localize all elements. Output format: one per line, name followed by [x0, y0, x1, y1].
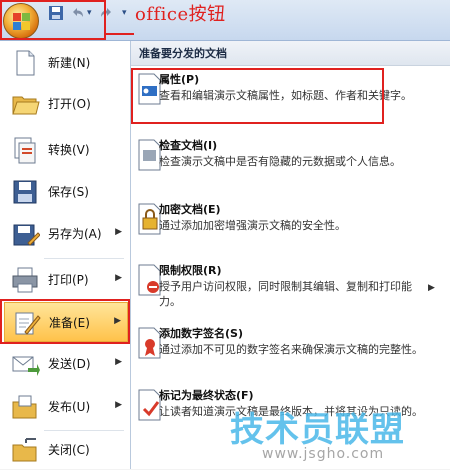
- open-folder-icon: [12, 96, 40, 115]
- menu-item-convert[interactable]: 转换(V): [4, 130, 128, 170]
- annotation-label: office按钮: [135, 4, 226, 25]
- save-icon[interactable]: [48, 5, 64, 21]
- convert-icon: [14, 137, 36, 164]
- submenu-item-desc: 通过添加不可见的数字签名来确保演示文稿的完整性。: [159, 343, 423, 356]
- menu-item-send[interactable]: 发送(D) ▶: [4, 344, 128, 384]
- submenu-arrow-icon: ▶: [115, 273, 122, 283]
- menu-item-label: 发送(D): [48, 357, 91, 371]
- menu-divider: [44, 258, 124, 259]
- menu-item-label: 准备(E): [49, 316, 90, 330]
- undo-icon[interactable]: [70, 5, 86, 21]
- menu-item-print[interactable]: 打印(P) ▶: [4, 260, 128, 300]
- submenu-item-inspect[interactable]: 检查文档(I) 检查演示文稿中是否有隐藏的元数据或个人信息。: [131, 137, 431, 182]
- submenu-arrow-icon: ▶: [115, 357, 122, 367]
- submenu-item-desc: 授予用户访问权限，同时限制其编辑、复制和打印能力。: [159, 280, 412, 308]
- undo-dropdown-icon[interactable]: ▾: [87, 5, 92, 21]
- close-document-icon: [12, 438, 37, 462]
- office-logo-icon: [13, 13, 30, 30]
- menu-item-label: 打开(O): [48, 97, 91, 111]
- submenu-item-desc: 查看和编辑演示文稿属性，如标题、作者和关键字。: [159, 89, 412, 102]
- menu-item-label: 转换(V): [48, 143, 90, 157]
- office-menu-left: 新建(N) 打开(O) 转换(V) 保存(S) 另存为(A) ▶ 打印(P) ▶…: [0, 41, 131, 469]
- watermark-url: www.jsgho.com: [262, 446, 385, 462]
- chevron-down-icon[interactable]: ▾: [122, 5, 127, 21]
- new-document-icon: [16, 50, 35, 76]
- submenu-header: 准备要分发的文档: [131, 41, 450, 66]
- menu-item-save-as[interactable]: 另存为(A) ▶: [4, 214, 128, 254]
- menu-item-new[interactable]: 新建(N): [4, 43, 128, 83]
- submenu-item-restrict-permission[interactable]: 限制权限(R) 授予用户访问权限，同时限制其编辑、复制和打印能力。: [131, 262, 431, 317]
- submenu-item-digital-signature[interactable]: 添加数字签名(S) 通过添加不可见的数字签名来确保演示文稿的完整性。: [131, 325, 431, 375]
- submenu-item-title: 标记为最终状态(F): [159, 389, 254, 402]
- menu-item-label: 另存为(A): [48, 227, 102, 241]
- submenu-item-title: 添加数字签名(S): [159, 327, 243, 340]
- menu-item-close[interactable]: 关闭(C): [4, 430, 128, 470]
- office-button[interactable]: [3, 3, 39, 39]
- menu-item-open[interactable]: 打开(O): [4, 84, 128, 124]
- redo-icon[interactable]: [98, 5, 114, 21]
- menu-item-label: 打印(P): [48, 273, 89, 287]
- submenu-item-title: 检查文档(I): [159, 139, 218, 152]
- menu-item-label: 关闭(C): [48, 443, 90, 457]
- submenu-item-title: 限制权限(R): [159, 264, 222, 277]
- publish-icon: [12, 395, 37, 419]
- menu-item-label: 保存(S): [48, 185, 89, 199]
- menu-item-label: 新建(N): [48, 56, 91, 70]
- submenu-item-properties[interactable]: 属性(P) 查看和编辑演示文稿属性，如标题、作者和关键字。: [131, 71, 431, 126]
- submenu-item-title: 属性(P): [159, 73, 200, 86]
- save-as-icon: [13, 224, 40, 246]
- printer-icon: [12, 267, 38, 293]
- submenu-item-desc: 通过添加加密增强演示文稿的安全性。: [159, 219, 346, 232]
- menu-item-label: 发布(U): [48, 400, 91, 414]
- prepare-icon: [15, 312, 41, 335]
- submenu-arrow-icon: ▶: [115, 400, 122, 410]
- save-icon: [13, 180, 37, 204]
- annotation-line: [106, 33, 134, 35]
- submenu-item-desc: 检查演示文稿中是否有隐藏的元数据或个人信息。: [159, 155, 401, 168]
- menu-item-publish[interactable]: 发布(U) ▶: [4, 387, 128, 427]
- menu-item-prepare[interactable]: 准备(E) ▶: [4, 302, 128, 342]
- menu-item-save[interactable]: 保存(S): [4, 172, 128, 212]
- send-icon: [12, 356, 40, 376]
- submenu-arrow-icon: ▶: [115, 227, 122, 237]
- submenu-item-title: 加密文档(E): [159, 203, 221, 216]
- watermark-text: 技术员联盟: [230, 410, 405, 450]
- submenu-arrow-icon: ▶: [428, 283, 435, 293]
- submenu-item-encrypt[interactable]: 加密文档(E) 通过添加加密增强演示文稿的安全性。: [131, 201, 431, 241]
- submenu-arrow-icon: ▶: [114, 316, 121, 326]
